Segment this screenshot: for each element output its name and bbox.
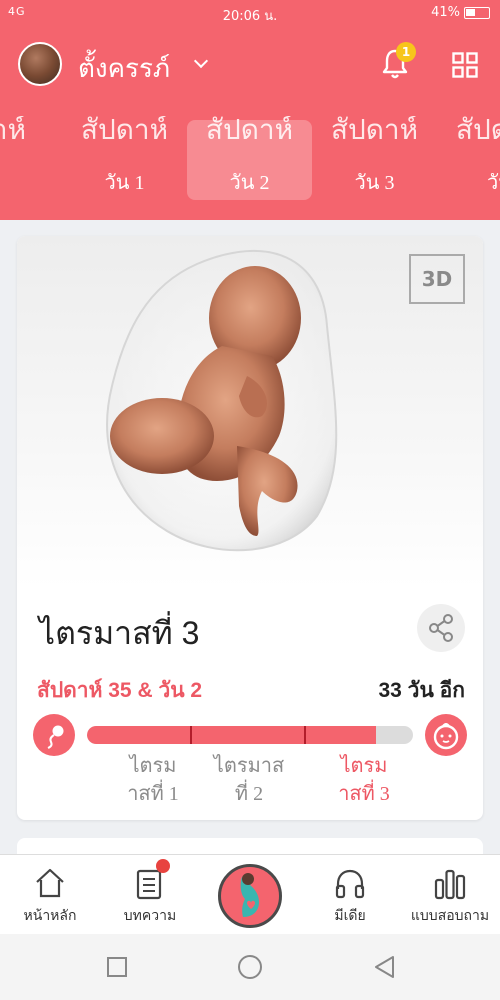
trimester-label-text: ไตรม าสที่ 3	[338, 755, 390, 805]
chevron-down-icon[interactable]	[193, 53, 209, 69]
trimester-divider-2	[304, 726, 306, 744]
day-tab-week-label: สัปดาห์	[455, 116, 500, 146]
home-icon	[36, 868, 64, 898]
days-remaining: 33 วัน อีก	[378, 679, 465, 702]
trimester-label-text: ไตรมาส ที่ 2	[213, 755, 285, 805]
articles-notification-dot	[156, 859, 170, 873]
day-tab-week-label: สัปดาห์	[330, 116, 419, 146]
profile-name[interactable]: ตั้งครรภ์	[78, 48, 170, 89]
view-3d-icon[interactable]: 3D	[409, 254, 465, 304]
trimester-1-label: ไตรม าสที่ 1	[103, 752, 203, 808]
share-button[interactable]	[417, 604, 465, 652]
nav-home[interactable]: หน้าหลัก	[0, 855, 100, 935]
day-selector: สัปดาห์ สัปดาห์ วัน 1 สัปดาห์ วัน 2 สัปด…	[0, 116, 500, 206]
day-tab-week-label: สัปดาห์	[205, 116, 294, 146]
conception-icon	[33, 714, 75, 756]
day-tab-label: วัน 1	[104, 172, 145, 194]
day-tab-1[interactable]: สัปดาห์ วัน 1	[62, 116, 187, 200]
week-day-label: สัปดาห์ 35 & วัน 2	[37, 679, 203, 702]
back-icon[interactable]	[372, 954, 396, 980]
trimester-title: ไตรมาสที่ 3	[39, 615, 200, 651]
day-tab-4[interactable]: สัปดาห์ วัน	[437, 116, 500, 200]
trimester-2-label: ไตรมาส ที่ 2	[199, 752, 299, 808]
notification-badge: 1	[396, 42, 416, 62]
avatar[interactable]	[18, 42, 62, 86]
headphones-icon	[335, 869, 365, 899]
day-tab-label: วัน 2	[229, 172, 270, 194]
nav-media[interactable]: มีเดีย	[300, 855, 400, 935]
day-tab-prev[interactable]: สัปดาห์	[0, 116, 45, 200]
pregnancy-card: 3D ไตรมาสที่ 3 สัปดาห์ 35 & วัน 2 33 วัน…	[17, 236, 483, 820]
trimester-divider-1	[190, 726, 192, 744]
status-bar: 4G 20:06 น. 41%	[0, 0, 500, 26]
day-tab-week-label: สัปดาห์	[0, 116, 27, 146]
pregnancy-progress-bar	[87, 726, 413, 744]
day-tab-2[interactable]: สัปดาห์ วัน 2	[187, 116, 312, 200]
day-tab-3[interactable]: สัปดาห์ วัน 3	[312, 116, 437, 200]
app-header: ตั้งครรภ์ 1 สัปดาห์ สัปดาห์ วัน 1 สัปดาห…	[0, 26, 500, 220]
home-button-icon[interactable]	[237, 954, 263, 980]
progress-fill	[87, 726, 376, 744]
baby-face-icon	[425, 714, 467, 756]
trimester-label-text: ไตรม าสที่ 1	[127, 755, 179, 805]
nav-media-label: มีเดีย	[334, 907, 366, 923]
recents-icon[interactable]	[106, 956, 128, 978]
battery-percent: 41%	[431, 5, 460, 20]
clock: 20:06 น.	[222, 9, 278, 24]
trimester-3-label: ไตรม าสที่ 3	[314, 752, 414, 808]
nav-articles-label: บทความ	[123, 907, 177, 923]
system-navigation-bar	[0, 934, 500, 1000]
pregnant-mother-icon	[240, 873, 259, 917]
battery-indicator: 41%	[431, 5, 490, 20]
day-tab-label: วัน	[487, 172, 500, 194]
nav-articles[interactable]: บทความ	[100, 855, 200, 935]
bar-chart-icon	[434, 869, 466, 900]
nav-home-label: หน้าหลัก	[23, 907, 77, 923]
grid-menu-icon[interactable]	[452, 52, 478, 78]
nav-survey-label: แบบสอบถาม	[410, 907, 490, 923]
pregnant-mother-button[interactable]	[218, 864, 282, 928]
share-icon	[429, 614, 453, 642]
day-tab-label: วัน 3	[354, 172, 395, 194]
fetus-image-area[interactable]: 3D	[17, 236, 483, 588]
day-tab-week-label: สัปดาห์	[80, 116, 169, 146]
nav-survey[interactable]: แบบสอบถาม	[400, 855, 500, 935]
battery-icon	[464, 6, 490, 19]
